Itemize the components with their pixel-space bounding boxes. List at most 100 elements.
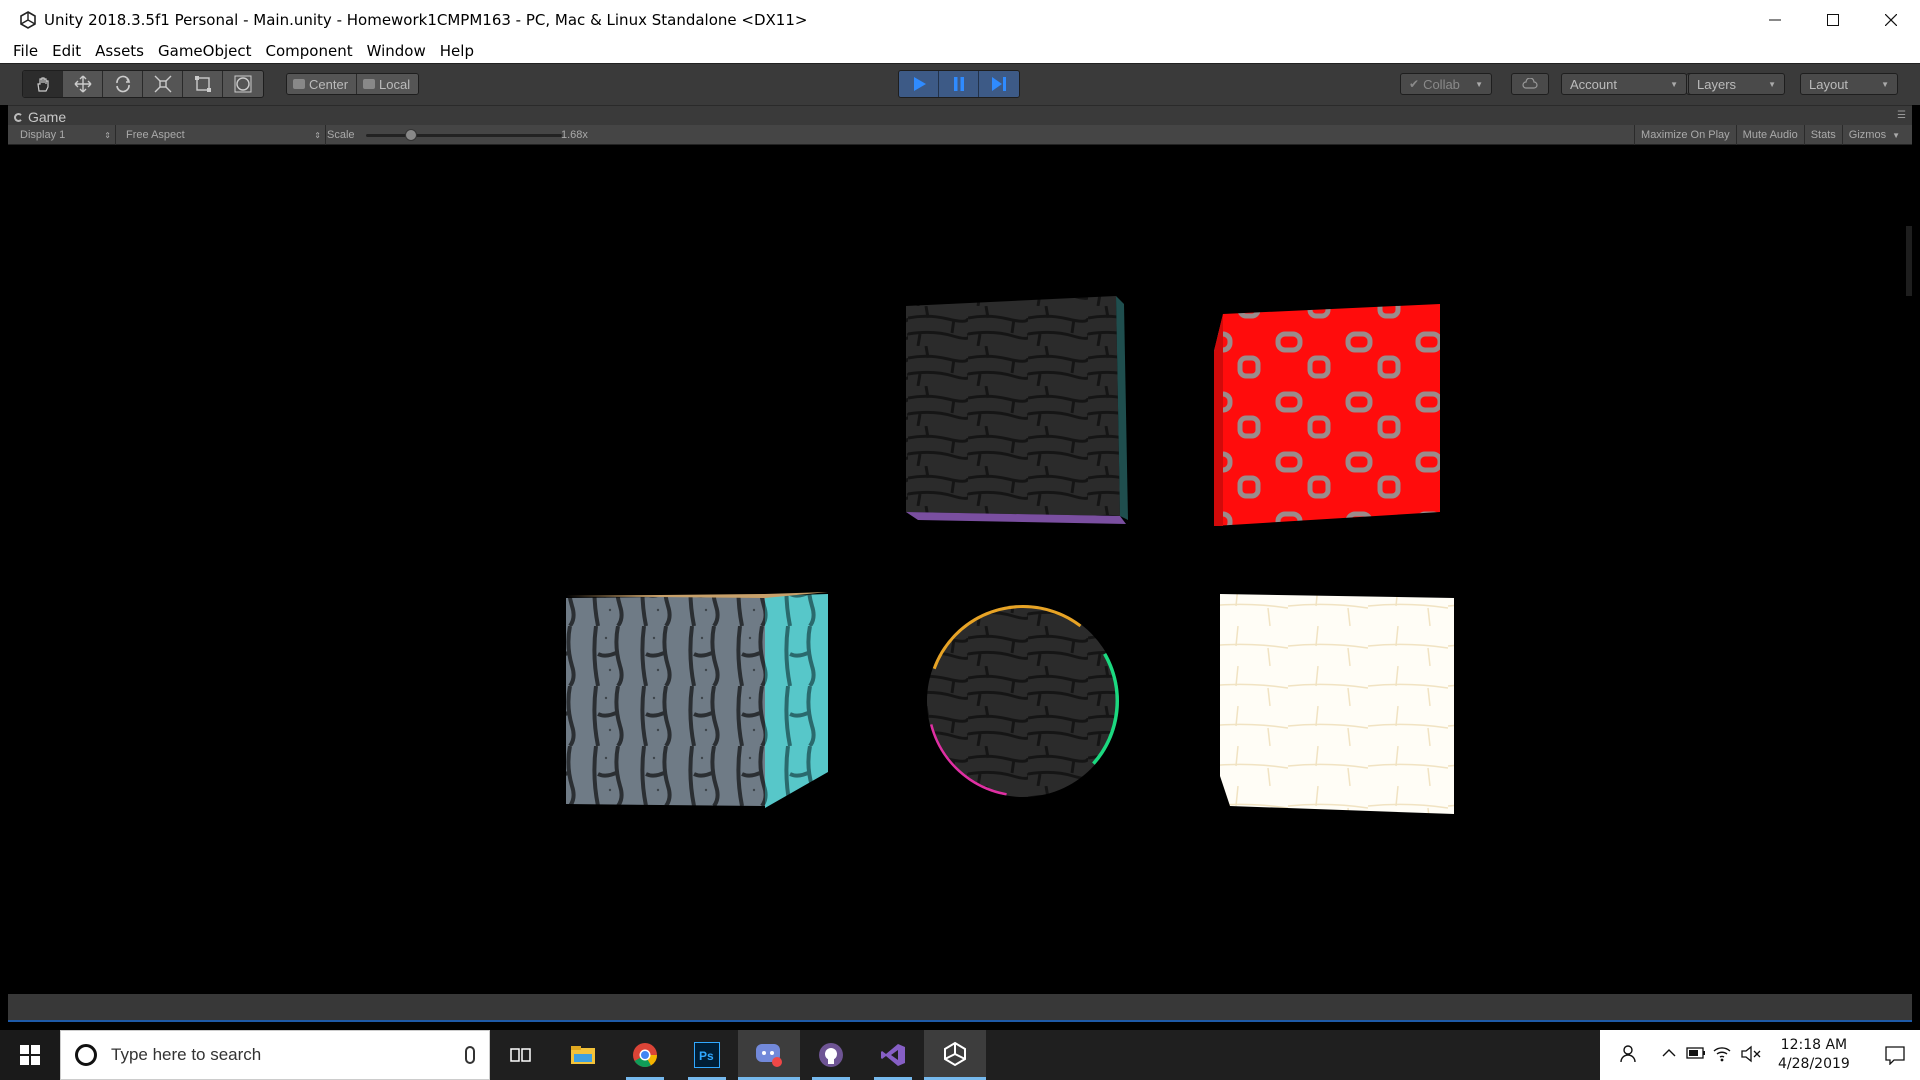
step-button[interactable] <box>979 71 1019 97</box>
photoshop-icon: Ps <box>694 1042 720 1068</box>
blue-stone-cube <box>566 592 828 808</box>
panel-menu-icon[interactable]: ☰ <box>1897 110 1906 121</box>
minimize-icon <box>1769 19 1781 20</box>
pivot-icon <box>293 79 305 89</box>
close-button[interactable] <box>1862 0 1920 39</box>
account-label: Account <box>1570 76 1617 92</box>
white-stone-cube <box>1220 594 1454 814</box>
game-viewport[interactable] <box>8 146 1912 994</box>
github-button[interactable] <box>800 1030 862 1080</box>
maximize-on-play-toggle[interactable]: Maximize On Play <box>1634 125 1736 145</box>
menu-edit[interactable]: Edit <box>45 42 88 60</box>
chevron-down-icon: ▼ <box>1892 130 1900 140</box>
close-icon <box>1885 13 1897 26</box>
move-tool-icon <box>74 75 91 93</box>
taskbar-search[interactable]: Type here to search <box>60 1030 490 1080</box>
svg-text:Ps: Ps <box>699 1049 714 1063</box>
pivot-center-button[interactable]: Center <box>287 74 358 94</box>
editor-status-bar <box>8 994 1912 1022</box>
hand-tool-button[interactable] <box>23 71 63 97</box>
cortana-icon <box>75 1044 97 1066</box>
scale-slider-thumb[interactable] <box>405 129 417 141</box>
maximize-on-play-label: Maximize On Play <box>1641 129 1730 141</box>
pivot-toggle-group: Center Local <box>286 73 420 95</box>
windows-taskbar: Type here to search Ps 12:18 AM 4/28/201… <box>0 1030 1920 1080</box>
gizmos-dropdown[interactable]: Gizmos ▼ <box>1841 125 1906 145</box>
battery-icon[interactable] <box>1686 1046 1706 1060</box>
taskbar-clock[interactable]: 12:18 AM 4/28/2019 <box>1778 1036 1850 1074</box>
play-button[interactable] <box>899 71 939 97</box>
visual-studio-icon <box>881 1044 905 1066</box>
people-icon[interactable] <box>1620 1044 1640 1064</box>
volume-muted-icon[interactable] <box>1740 1045 1762 1063</box>
visual-studio-button[interactable] <box>862 1030 924 1080</box>
aspect-dropdown[interactable]: Free Aspect ⇕ <box>126 125 326 145</box>
collab-button[interactable]: ✔ Collab ▼ <box>1400 73 1492 95</box>
display-dropdown[interactable]: Display 1 ⇕ <box>20 125 116 145</box>
notifications-icon[interactable] <box>1884 1045 1906 1065</box>
window-title-bar: Unity 2018.3.5f1 Personal - Main.unity -… <box>0 0 1920 39</box>
account-dropdown[interactable]: Account ▼ <box>1561 73 1687 95</box>
viewport-scrollbar[interactable] <box>1906 226 1912 296</box>
microphone-icon[interactable] <box>465 1046 475 1064</box>
transform-tools <box>22 70 264 98</box>
game-scene <box>566 296 1454 814</box>
pivot-local-button[interactable]: Local <box>357 74 419 94</box>
menu-help[interactable]: Help <box>433 42 481 60</box>
cloud-button[interactable] <box>1511 73 1549 95</box>
rotate-tool-button[interactable] <box>103 71 143 97</box>
stone-cube-dark <box>906 296 1128 524</box>
pivot-local-label: Local <box>379 76 411 92</box>
stats-toggle[interactable]: Stats <box>1803 125 1842 145</box>
pause-icon <box>953 77 964 91</box>
play-icon <box>913 77 926 91</box>
photoshop-button[interactable]: Ps <box>676 1030 738 1080</box>
cloud-icon <box>1522 78 1538 89</box>
gizmos-label: Gizmos <box>1848 129 1887 141</box>
unity-icon <box>944 1041 966 1066</box>
file-explorer-button[interactable] <box>552 1030 614 1080</box>
wifi-icon[interactable] <box>1712 1044 1732 1062</box>
mute-audio-toggle[interactable]: Mute Audio <box>1735 125 1804 145</box>
scale-value: 1.68x <box>561 129 588 141</box>
chrome-button[interactable] <box>614 1030 676 1080</box>
rect-tool-button[interactable] <box>183 71 223 97</box>
minimize-button[interactable] <box>1746 0 1804 39</box>
pause-button[interactable] <box>939 71 979 97</box>
layers-dropdown[interactable]: Layers ▼ <box>1688 73 1785 95</box>
discord-icon <box>756 1043 782 1067</box>
chevron-up-icon[interactable] <box>1662 1048 1676 1058</box>
tab-game[interactable]: Game <box>14 108 66 126</box>
rect-tool-icon <box>194 76 211 92</box>
stats-label: Stats <box>1810 129 1836 141</box>
unity-logo-icon <box>18 10 38 30</box>
move-tool-button[interactable] <box>63 71 103 97</box>
clock-date: 4/28/2019 <box>1778 1056 1850 1072</box>
local-icon <box>363 79 376 89</box>
windows-logo-icon <box>20 1045 40 1065</box>
layout-dropdown[interactable]: Layout ▼ <box>1800 73 1898 95</box>
clock-time: 12:18 AM <box>1780 1037 1848 1053</box>
transform-tool-button[interactable] <box>223 71 263 97</box>
task-view-button[interactable] <box>490 1030 552 1080</box>
menu-bar: File Edit Assets GameObject Component Wi… <box>0 39 1920 63</box>
scale-tool-button[interactable] <box>143 71 183 97</box>
menu-window[interactable]: Window <box>360 42 433 60</box>
menu-file[interactable]: File <box>6 42 45 60</box>
game-tab-icon <box>14 112 23 122</box>
menu-component[interactable]: Component <box>259 42 360 60</box>
red-pattern-cube <box>1214 304 1440 526</box>
collab-label: Collab <box>1423 76 1460 92</box>
start-button[interactable] <box>0 1030 60 1080</box>
layout-label: Layout <box>1809 76 1849 92</box>
scale-slider-track[interactable] <box>366 134 562 137</box>
github-icon <box>819 1043 843 1067</box>
discord-button[interactable] <box>738 1030 800 1080</box>
menu-assets[interactable]: Assets <box>88 42 151 60</box>
aspect-label: Free Aspect <box>126 129 185 141</box>
updown-arrows-icon: ⇕ <box>104 130 111 140</box>
maximize-button[interactable] <box>1804 0 1862 39</box>
unity-button[interactable] <box>924 1030 986 1080</box>
chevron-down-icon: ▼ <box>1670 79 1678 89</box>
menu-gameobject[interactable]: GameObject <box>151 42 259 60</box>
